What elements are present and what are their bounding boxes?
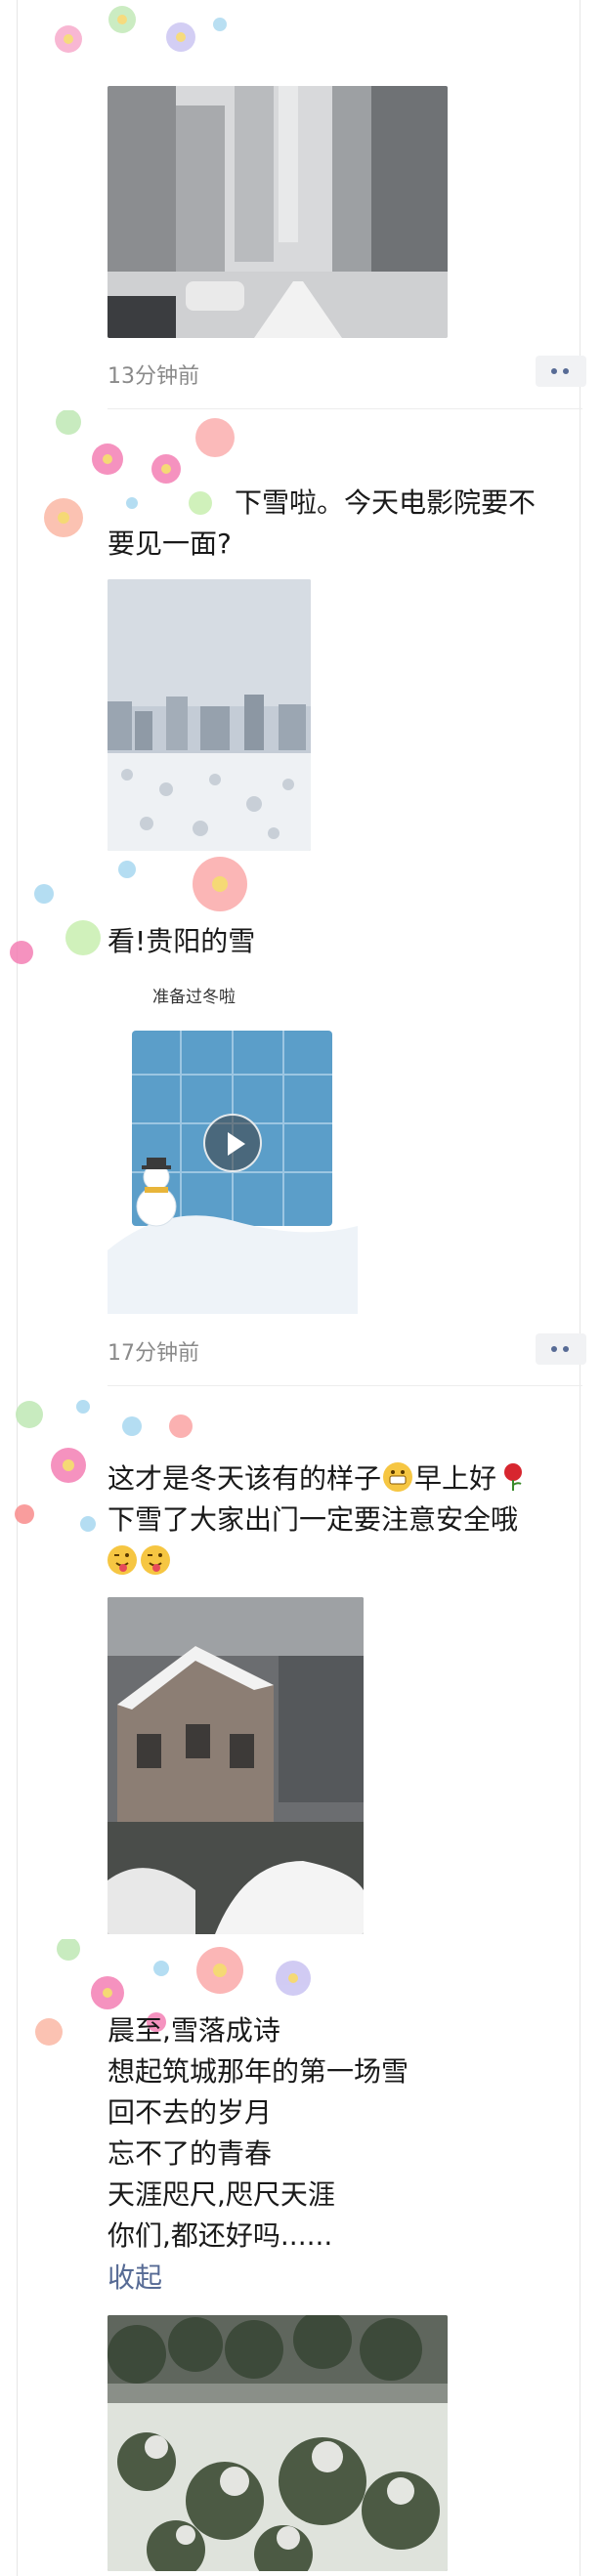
more-dots-icon <box>563 368 569 374</box>
post-time: 13分钟前 <box>108 364 199 389</box>
wink-tongue-emoji-icon <box>141 1545 170 1575</box>
more-button[interactable] <box>536 356 586 387</box>
video-title: 准备过冬啦 <box>152 988 236 1007</box>
post-photo-snowy-city[interactable] <box>108 579 311 851</box>
wink-tongue-emoji-icon <box>108 1545 137 1575</box>
poem-line: 回不去的岁月 <box>108 2096 273 2129</box>
post-text-segment: 早上好 <box>414 1462 497 1495</box>
post-caption: 看!贵阳的雪 <box>108 925 256 957</box>
left-border <box>17 0 18 2576</box>
poem-line: 忘不了的青春 <box>108 2137 273 2170</box>
more-dots-icon <box>551 1346 557 1352</box>
poem-line: 晨至,雪落成诗 <box>108 2014 280 2047</box>
play-icon[interactable] <box>203 1114 262 1172</box>
post-emoji-line <box>108 1541 172 1583</box>
more-dots-icon <box>563 1346 569 1352</box>
poem-line: 你们,都还好吗...... <box>108 2219 333 2252</box>
more-button[interactable] <box>536 1333 586 1365</box>
grin-emoji-icon <box>383 1462 413 1492</box>
post-text-line: 这才是冬天该有的样子 早上好 <box>108 1458 530 1499</box>
post-photo-snowy-villa[interactable] <box>108 1597 364 1934</box>
post-divider <box>108 1385 582 1386</box>
collapse-link[interactable]: 收起 <box>108 2257 162 2296</box>
moments-feed: 13分钟前 下雪啦。今天电影院要不 要见一面? 看!贵阳的雪 准备过冬啦 17分… <box>0 0 602 2576</box>
rose-emoji-icon <box>498 1462 528 1492</box>
flower-sticker-icon <box>55 6 227 53</box>
post-photo-snowy-street[interactable] <box>108 86 448 338</box>
post-divider <box>108 408 582 409</box>
post-photo-snowy-shrubs[interactable] <box>108 2315 448 2571</box>
more-dots-icon <box>551 368 557 374</box>
post-text-line: 要见一面? <box>108 528 232 560</box>
post-time: 17分钟前 <box>108 1341 199 1366</box>
poem-line: 天涯咫尺,咫尺天涯 <box>108 2178 335 2211</box>
post-text-segment: 这才是冬天该有的样子 <box>108 1462 382 1495</box>
post-text-line: 下雪啦。今天电影院要不 <box>235 486 537 519</box>
post-text-line: 下雪了大家出门一定要注意安全哦 <box>108 1503 519 1536</box>
poem-line: 想起筑城那年的第一场雪 <box>108 2055 409 2088</box>
